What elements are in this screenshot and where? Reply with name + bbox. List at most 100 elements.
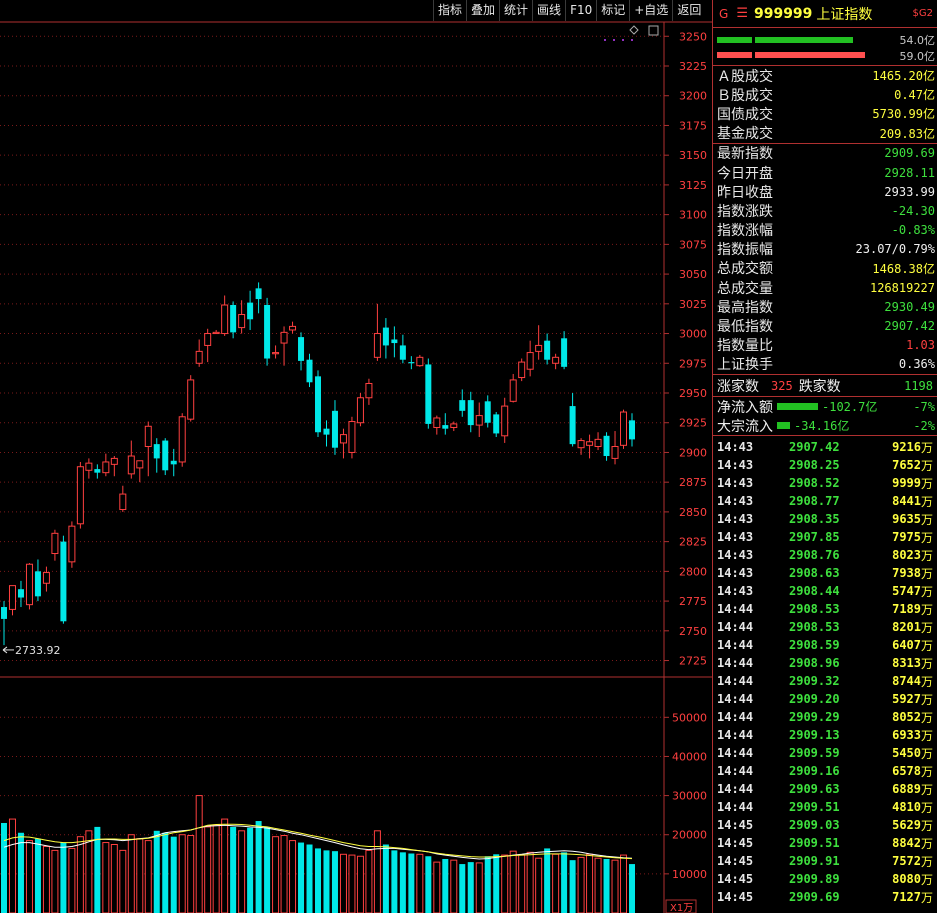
tick-volume: 4810: [892, 800, 921, 814]
volume-bar-down: [603, 858, 610, 913]
toolbar-button-7[interactable]: 返回: [672, 0, 705, 21]
stat-label: 指数涨幅: [717, 223, 773, 240]
menu-icon[interactable]: ☰: [736, 6, 748, 21]
tick-unit: 万: [921, 872, 934, 887]
candle-body-up: [8, 585, 16, 610]
candle-body-down: [94, 469, 101, 473]
tick-price: 2909.16: [789, 764, 840, 778]
turnover-label: 国债成交: [717, 106, 773, 123]
tick-row: 14:44 2909.63 6889 万: [713, 780, 937, 798]
candle-body-up: [68, 525, 76, 563]
green-bar-b: [755, 37, 853, 43]
volume-bar-up: [272, 836, 280, 913]
toolbar-button-5[interactable]: 标记: [596, 0, 629, 21]
tick-time: 14:44: [717, 800, 754, 814]
tick-row: 14:44 2908.59 6407 万: [713, 636, 937, 654]
fund-flow-bar: [777, 422, 790, 429]
tick-volume: 7938: [892, 566, 921, 580]
candle-body-down: [323, 428, 330, 435]
candle-body-up: [76, 466, 84, 525]
candle-body-up: [373, 333, 381, 358]
candle-body-up: [204, 333, 212, 346]
stock-code: 999999: [753, 5, 813, 22]
red-bar-b: [755, 52, 865, 58]
turnover-row: 国债成交 5730.99亿: [713, 104, 937, 123]
tick-unit: 万: [921, 890, 934, 905]
stat-row: 最低指数 2907.42: [713, 316, 937, 335]
turnover-label: 基金成交: [717, 126, 773, 143]
toolbar-button-6[interactable]: +自选: [629, 0, 672, 21]
stat-label: 总成交量: [717, 280, 773, 297]
tick-row: 14:43 2908.35 9635 万: [713, 510, 937, 528]
candle-body-up: [238, 314, 246, 329]
turnover-value: 5730.99亿: [872, 107, 935, 122]
toolbar-button-1[interactable]: 叠加: [466, 0, 499, 21]
tick-row: 14:43 2908.76 8023 万: [713, 546, 937, 564]
tick-time: 14:43: [717, 440, 754, 454]
price-tick-label: 3250: [679, 30, 707, 43]
turnover-value: 1465.20亿: [872, 69, 935, 84]
tick-unit: 万: [921, 692, 934, 707]
fund-flow-row: 大宗流入 -34.16亿 -2%: [713, 416, 937, 435]
quote-panel: G ☰ 999999 上证指数 $G2 54.0亿 59.0亿 Ａ股成交 1465…: [712, 0, 937, 913]
stat-label: 昨日收盘: [717, 184, 773, 201]
volume-bar-down: [442, 858, 449, 913]
up-count-label: 涨家数: [717, 378, 759, 395]
price-tick-label: 3200: [679, 90, 707, 103]
group-indicator[interactable]: G: [719, 7, 728, 21]
candle-body-up: [501, 405, 509, 437]
diamond-icon: [629, 25, 639, 35]
candle-body-up: [25, 563, 33, 606]
tick-unit: 万: [921, 530, 934, 545]
toolbar-button-3[interactable]: 画线: [532, 0, 565, 21]
toolbar-button-2[interactable]: 统计: [499, 0, 532, 21]
tick-unit: 万: [921, 566, 934, 581]
tick-volume: 9635: [892, 512, 921, 526]
tick-price: 2909.59: [789, 746, 840, 760]
tick-unit: 万: [921, 818, 934, 833]
tick-unit: 万: [921, 476, 934, 491]
turnover-label: Ｂ股成交: [717, 87, 773, 104]
volume-bar-up: [187, 835, 195, 913]
volume-bar-up: [110, 844, 118, 913]
volume-bar-down: [331, 851, 338, 913]
volume-tick-label: 20000: [672, 829, 707, 842]
tick-unit: 万: [921, 800, 934, 815]
toolbar: 指标 叠加 统计 画线 F10 标记 +自选 返回: [433, 0, 712, 21]
candle-body-up: [356, 397, 364, 424]
turnover-label: Ａ股成交: [717, 68, 773, 85]
fund-flow-row: 净流入额 -102.7亿 -7%: [713, 397, 937, 416]
candle-body-up: [339, 434, 347, 444]
candle-body-down: [331, 410, 338, 448]
app-window: 3250 3225 3200 3175 3150 3125 3100 3075 3050 3025…: [0, 0, 937, 913]
toolbar-button-4[interactable]: F10: [565, 0, 596, 21]
tick-row: 14:44 2908.96 8313 万: [713, 654, 937, 672]
stat-value: 1468.38亿: [872, 261, 935, 276]
volume-bar-up: [280, 835, 288, 913]
kline-chart[interactable]: 3250 3225 3200 3175 3150 3125 3100 3075 3050 3025…: [0, 0, 712, 913]
down-count: 1198: [904, 378, 933, 393]
volume-bar-down: [493, 854, 500, 913]
tick-volume: 8201: [892, 620, 921, 634]
price-tick-label: 2800: [679, 565, 707, 578]
tick-price: 2909.51: [789, 836, 840, 850]
tick-price: 2909.63: [789, 782, 840, 796]
tick-price: 2908.76: [789, 548, 840, 562]
candle-body-down: [425, 364, 432, 424]
volume-bar-down: [298, 842, 305, 913]
price-tick-label: 2775: [679, 595, 707, 608]
volume-bar-up: [136, 838, 144, 913]
toolbar-button-0[interactable]: 指标: [433, 0, 466, 21]
tick-time: 14:43: [717, 548, 754, 562]
candle-body-down: [561, 338, 568, 367]
panel-toggle-icon: [648, 25, 659, 36]
price-tick-label: 3075: [679, 238, 707, 251]
chart-canvas[interactable]: 3250 3225 3200 3175 3150 3125 3100 3075 3050 3025…: [0, 0, 712, 913]
tick-list[interactable]: 14:43 2907.42 9216 万 14:43 2908.25 7652 万 14:43 2…: [713, 435, 937, 906]
stat-row: 今日开盘 2928.11: [713, 163, 937, 182]
volume-tick-label: 40000: [672, 750, 707, 763]
tick-row: 14:43 2908.63 7938 万: [713, 564, 937, 582]
tick-volume: 5927: [892, 692, 921, 706]
volume-bar-down: [569, 860, 576, 913]
candle-body-up: [187, 379, 195, 420]
